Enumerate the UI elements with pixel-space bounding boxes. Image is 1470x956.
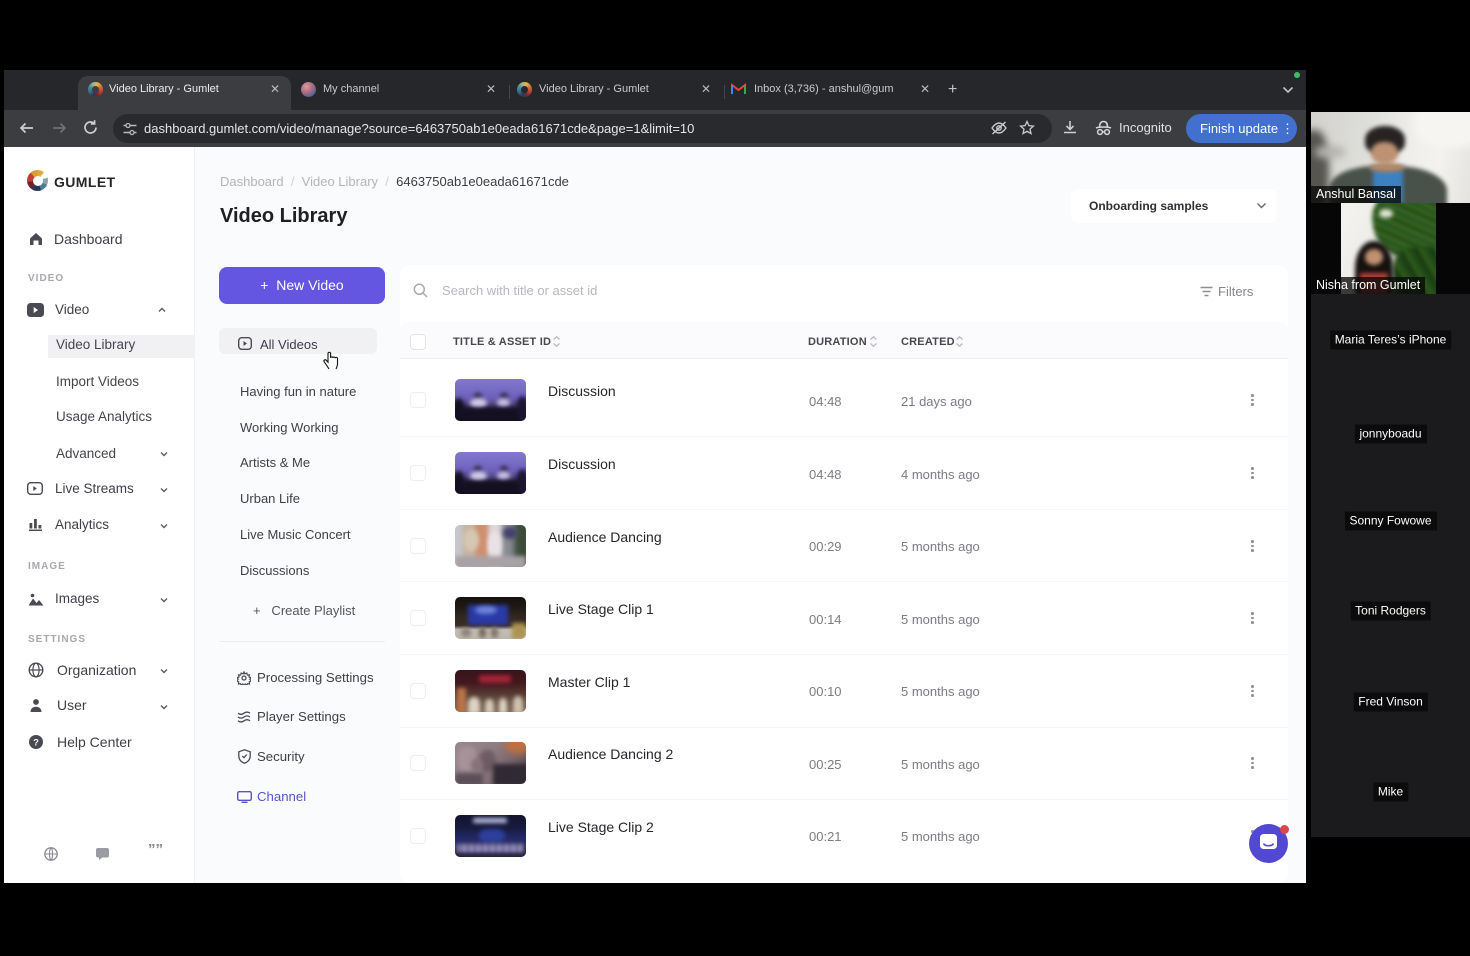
svg-text:?: ? xyxy=(33,737,39,748)
